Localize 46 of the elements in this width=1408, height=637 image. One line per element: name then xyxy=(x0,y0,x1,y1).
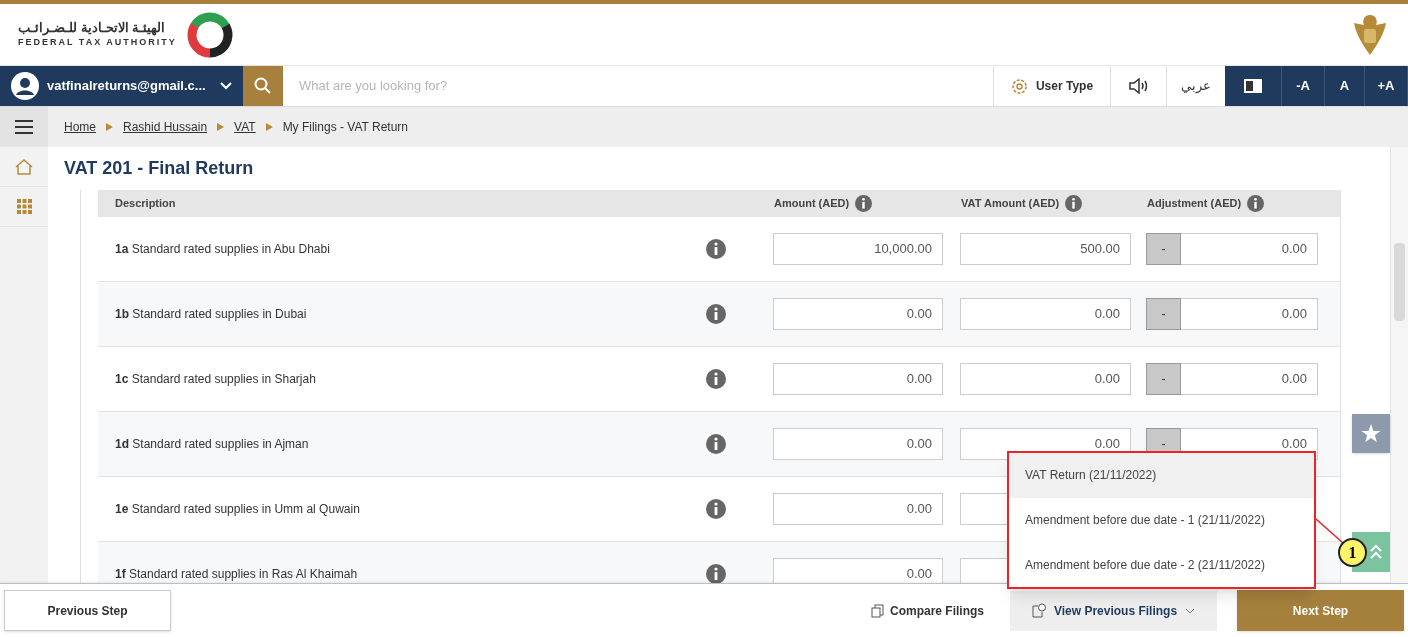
number-field[interactable]: 0.00 xyxy=(773,493,943,525)
column-header: Adjustment (AED) xyxy=(1147,196,1242,212)
logo-arabic-text: الهيئـة الاتحـادية للـضـرائـب xyxy=(18,19,166,36)
row-description: 1f Standard rated supplies in Ras Al Khaimah xyxy=(115,566,359,583)
next-step-button[interactable]: Next Step xyxy=(1237,590,1404,631)
number-field[interactable]: 0.00 xyxy=(960,363,1131,395)
sign-button[interactable]: - xyxy=(1146,233,1181,265)
menu-item[interactable]: VAT Return (21/11/2022) xyxy=(1009,453,1314,498)
row-description: 1a Standard rated supplies in Abu Dhabi xyxy=(115,241,331,258)
sign-button[interactable]: - xyxy=(1146,298,1181,330)
user-email: vatfinalreturns@gmail.c... xyxy=(47,77,207,96)
number-field[interactable]: 0.00 xyxy=(773,428,943,460)
number-field[interactable]: 10,000.00 xyxy=(773,233,943,265)
number-field[interactable]: 0.00 xyxy=(1181,233,1318,265)
search-field[interactable]: What are you looking for? xyxy=(283,66,993,106)
menu-item[interactable]: Amendment before due date - 1 (21/11/2022) xyxy=(1009,497,1314,543)
row-description: 1e Standard rated supplies in Umm al Quwain xyxy=(115,501,361,518)
number-field[interactable]: 500.00 xyxy=(960,233,1131,265)
number-field[interactable]: 0.00 xyxy=(773,363,943,395)
number-field[interactable]: 0.00 xyxy=(773,558,943,583)
breadcrumb-current: My Filings - VAT Return xyxy=(282,119,408,136)
number-field[interactable]: 0.00 xyxy=(773,298,943,330)
previous-step-button[interactable]: Previous Step xyxy=(4,590,171,631)
breadcrumb-link[interactable]: Home xyxy=(64,118,96,136)
breadcrumb-link[interactable]: VAT xyxy=(234,118,256,136)
logo-text: FEDERAL TAX AUTHORITY xyxy=(18,36,177,49)
user-menu[interactable]: vatfinalreturns@gmail.c... xyxy=(0,66,243,106)
user-type-button[interactable]: User Type xyxy=(993,66,1110,106)
number-field[interactable]: 0.00 xyxy=(1181,298,1318,330)
sign-button[interactable]: - xyxy=(1146,363,1181,395)
column-header: Amount (AED) xyxy=(774,196,850,212)
breadcrumb-link[interactable]: Rashid Hussain xyxy=(123,118,208,136)
menu-item[interactable]: Amendment before due date - 2 (21/11/2022) xyxy=(1009,542,1314,587)
column-header: VAT Amount (AED) xyxy=(961,196,1060,212)
row-description: 1c Standard rated supplies in Sharjah xyxy=(115,371,317,388)
font-size-button[interactable]: +A xyxy=(1365,66,1408,106)
compare-filings-button[interactable]: Compare Filings xyxy=(871,601,984,620)
row-description: 1b Standard rated supplies in Dubai xyxy=(115,306,308,323)
font-size-button[interactable]: A xyxy=(1325,66,1365,106)
number-field[interactable]: 0.00 xyxy=(1181,363,1318,395)
font-size-button[interactable]: -A xyxy=(1282,66,1325,106)
page-title: VAT 201 - Final Return xyxy=(64,157,254,180)
view-previous-filings-button[interactable]: View Previous Filings xyxy=(1010,590,1217,631)
column-header: Description xyxy=(115,196,176,212)
number-field[interactable]: 0.00 xyxy=(960,298,1131,330)
row-description: 1d Standard rated supplies in Ajman xyxy=(115,436,310,453)
